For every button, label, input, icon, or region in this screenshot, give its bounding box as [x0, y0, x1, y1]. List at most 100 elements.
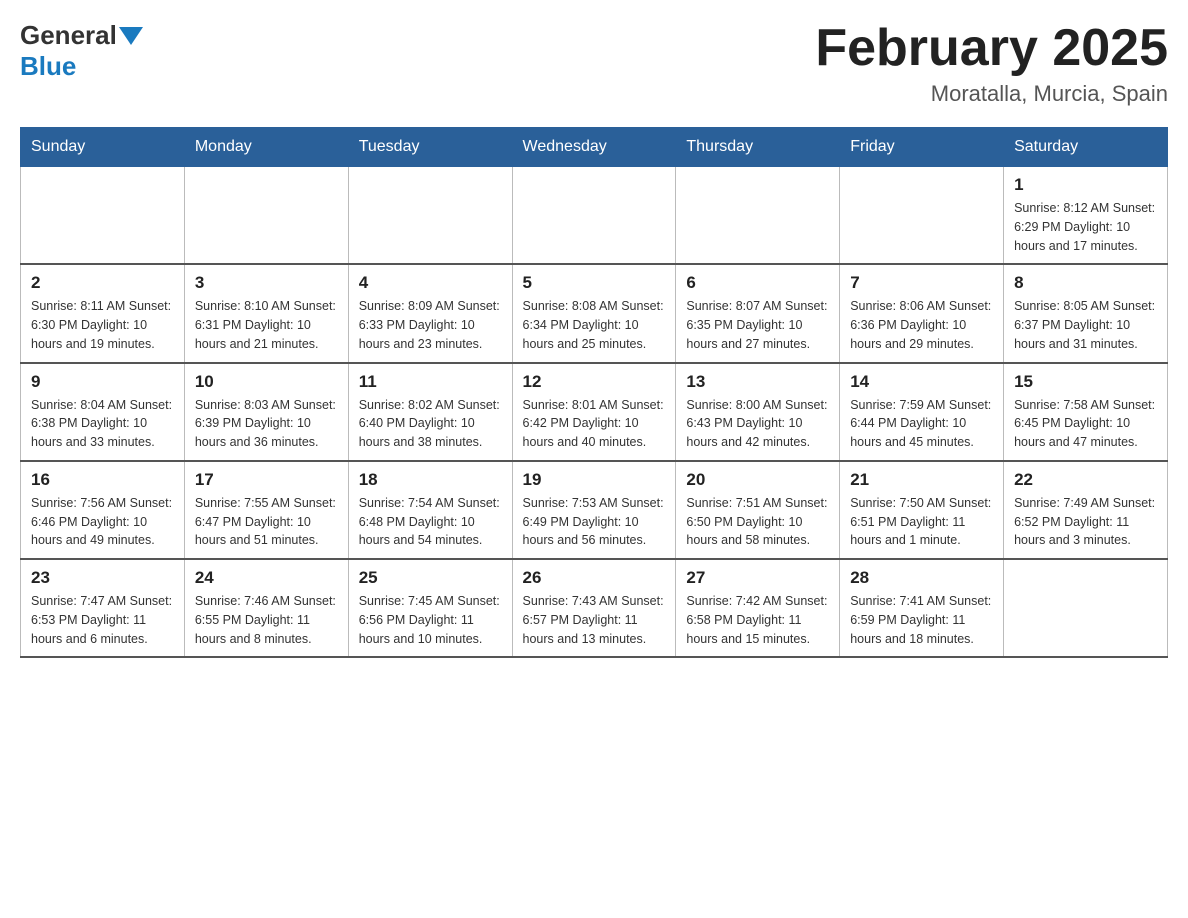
- calendar-cell: [840, 167, 1004, 265]
- day-number: 3: [195, 273, 338, 293]
- calendar-cell: [348, 167, 512, 265]
- day-info: Sunrise: 8:00 AM Sunset: 6:43 PM Dayligh…: [686, 396, 829, 452]
- day-number: 25: [359, 568, 502, 588]
- day-number: 1: [1014, 175, 1157, 195]
- day-number: 8: [1014, 273, 1157, 293]
- day-info: Sunrise: 7:49 AM Sunset: 6:52 PM Dayligh…: [1014, 494, 1157, 550]
- day-info: Sunrise: 8:10 AM Sunset: 6:31 PM Dayligh…: [195, 297, 338, 353]
- calendar-cell: 22 Sunrise: 7:49 AM Sunset: 6:52 PM Dayli…: [1004, 461, 1168, 559]
- logo: General Blue: [20, 20, 143, 82]
- day-info: Sunrise: 8:08 AM Sunset: 6:34 PM Dayligh…: [523, 297, 666, 353]
- calendar-cell: 23 Sunrise: 7:47 AM Sunset: 6:53 PM Dayli…: [21, 559, 185, 657]
- day-number: 10: [195, 372, 338, 392]
- day-number: 28: [850, 568, 993, 588]
- day-info: Sunrise: 7:59 AM Sunset: 6:44 PM Dayligh…: [850, 396, 993, 452]
- day-number: 22: [1014, 470, 1157, 490]
- day-info: Sunrise: 8:01 AM Sunset: 6:42 PM Dayligh…: [523, 396, 666, 452]
- calendar-week-row: 16 Sunrise: 7:56 AM Sunset: 6:46 PM Dayli…: [21, 461, 1168, 559]
- day-number: 21: [850, 470, 993, 490]
- calendar-cell: 16 Sunrise: 7:56 AM Sunset: 6:46 PM Dayli…: [21, 461, 185, 559]
- calendar-week-row: 2 Sunrise: 8:11 AM Sunset: 6:30 PM Daylig…: [21, 264, 1168, 362]
- calendar-cell: 12 Sunrise: 8:01 AM Sunset: 6:42 PM Dayli…: [512, 363, 676, 461]
- calendar-cell: [676, 167, 840, 265]
- page-header: General Blue February 2025 Moratalla, Mu…: [20, 20, 1168, 107]
- calendar-cell: 2 Sunrise: 8:11 AM Sunset: 6:30 PM Daylig…: [21, 264, 185, 362]
- day-info: Sunrise: 7:47 AM Sunset: 6:53 PM Dayligh…: [31, 592, 174, 648]
- day-number: 7: [850, 273, 993, 293]
- day-info: Sunrise: 7:55 AM Sunset: 6:47 PM Dayligh…: [195, 494, 338, 550]
- calendar-cell: 1 Sunrise: 8:12 AM Sunset: 6:29 PM Daylig…: [1004, 167, 1168, 265]
- day-info: Sunrise: 8:06 AM Sunset: 6:36 PM Dayligh…: [850, 297, 993, 353]
- day-number: 14: [850, 372, 993, 392]
- calendar-cell: 6 Sunrise: 8:07 AM Sunset: 6:35 PM Daylig…: [676, 264, 840, 362]
- calendar-cell: 26 Sunrise: 7:43 AM Sunset: 6:57 PM Dayli…: [512, 559, 676, 657]
- day-of-week-header: Saturday: [1004, 128, 1168, 167]
- day-info: Sunrise: 8:09 AM Sunset: 6:33 PM Dayligh…: [359, 297, 502, 353]
- day-number: 24: [195, 568, 338, 588]
- day-number: 5: [523, 273, 666, 293]
- location-subtitle: Moratalla, Murcia, Spain: [815, 81, 1168, 107]
- logo-arrow-icon: [119, 27, 143, 45]
- calendar-cell: [184, 167, 348, 265]
- day-number: 9: [31, 372, 174, 392]
- day-info: Sunrise: 8:03 AM Sunset: 6:39 PM Dayligh…: [195, 396, 338, 452]
- calendar-cell: 24 Sunrise: 7:46 AM Sunset: 6:55 PM Dayli…: [184, 559, 348, 657]
- calendar-cell: 27Sunrise: 7:42 AM Sunset: 6:58 PM Dayli…: [676, 559, 840, 657]
- calendar-cell: 28 Sunrise: 7:41 AM Sunset: 6:59 PM Dayli…: [840, 559, 1004, 657]
- calendar-cell: 7 Sunrise: 8:06 AM Sunset: 6:36 PM Daylig…: [840, 264, 1004, 362]
- calendar-cell: 3 Sunrise: 8:10 AM Sunset: 6:31 PM Daylig…: [184, 264, 348, 362]
- calendar-cell: 4 Sunrise: 8:09 AM Sunset: 6:33 PM Daylig…: [348, 264, 512, 362]
- calendar-cell: 10 Sunrise: 8:03 AM Sunset: 6:39 PM Dayli…: [184, 363, 348, 461]
- day-of-week-header: Wednesday: [512, 128, 676, 167]
- calendar-cell: 21 Sunrise: 7:50 AM Sunset: 6:51 PM Dayli…: [840, 461, 1004, 559]
- day-number: 18: [359, 470, 502, 490]
- day-info: Sunrise: 8:07 AM Sunset: 6:35 PM Dayligh…: [686, 297, 829, 353]
- day-info: Sunrise: 8:04 AM Sunset: 6:38 PM Dayligh…: [31, 396, 174, 452]
- day-of-week-header: Friday: [840, 128, 1004, 167]
- day-info: Sunrise: 8:11 AM Sunset: 6:30 PM Dayligh…: [31, 297, 174, 353]
- day-info: Sunrise: 7:54 AM Sunset: 6:48 PM Dayligh…: [359, 494, 502, 550]
- day-number: 15: [1014, 372, 1157, 392]
- day-of-week-header: Monday: [184, 128, 348, 167]
- logo-blue-text: Blue: [20, 51, 76, 81]
- calendar-cell: [1004, 559, 1168, 657]
- calendar-cell: 14 Sunrise: 7:59 AM Sunset: 6:44 PM Dayli…: [840, 363, 1004, 461]
- day-of-week-header: Thursday: [676, 128, 840, 167]
- calendar-header-row: SundayMondayTuesdayWednesdayThursdayFrid…: [21, 128, 1168, 167]
- calendar-cell: 9 Sunrise: 8:04 AM Sunset: 6:38 PM Daylig…: [21, 363, 185, 461]
- calendar-cell: 13 Sunrise: 8:00 AM Sunset: 6:43 PM Dayli…: [676, 363, 840, 461]
- calendar-week-row: 9 Sunrise: 8:04 AM Sunset: 6:38 PM Daylig…: [21, 363, 1168, 461]
- calendar-cell: 17 Sunrise: 7:55 AM Sunset: 6:47 PM Dayli…: [184, 461, 348, 559]
- day-number: 19: [523, 470, 666, 490]
- calendar-cell: 15 Sunrise: 7:58 AM Sunset: 6:45 PM Dayli…: [1004, 363, 1168, 461]
- calendar-cell: 8Sunrise: 8:05 AM Sunset: 6:37 PM Daylig…: [1004, 264, 1168, 362]
- day-number: 16: [31, 470, 174, 490]
- day-info: Sunrise: 7:56 AM Sunset: 6:46 PM Dayligh…: [31, 494, 174, 550]
- calendar-week-row: 23 Sunrise: 7:47 AM Sunset: 6:53 PM Dayli…: [21, 559, 1168, 657]
- day-info: Sunrise: 8:12 AM Sunset: 6:29 PM Dayligh…: [1014, 199, 1157, 255]
- day-info: Sunrise: 7:43 AM Sunset: 6:57 PM Dayligh…: [523, 592, 666, 648]
- day-info: Sunrise: 7:53 AM Sunset: 6:49 PM Dayligh…: [523, 494, 666, 550]
- day-number: 4: [359, 273, 502, 293]
- day-number: 26: [523, 568, 666, 588]
- title-area: February 2025 Moratalla, Murcia, Spain: [815, 20, 1168, 107]
- day-number: 12: [523, 372, 666, 392]
- day-number: 6: [686, 273, 829, 293]
- day-info: Sunrise: 7:46 AM Sunset: 6:55 PM Dayligh…: [195, 592, 338, 648]
- day-info: Sunrise: 7:58 AM Sunset: 6:45 PM Dayligh…: [1014, 396, 1157, 452]
- calendar-cell: [512, 167, 676, 265]
- day-number: 23: [31, 568, 174, 588]
- day-number: 11: [359, 372, 502, 392]
- calendar-cell: 19 Sunrise: 7:53 AM Sunset: 6:49 PM Dayli…: [512, 461, 676, 559]
- day-number: 20: [686, 470, 829, 490]
- day-info: Sunrise: 7:50 AM Sunset: 6:51 PM Dayligh…: [850, 494, 993, 550]
- day-number: 2: [31, 273, 174, 293]
- day-number: 13: [686, 372, 829, 392]
- day-number: 17: [195, 470, 338, 490]
- month-title: February 2025: [815, 20, 1168, 77]
- logo-general-text: General: [20, 20, 117, 51]
- day-info: Sunrise: 7:41 AM Sunset: 6:59 PM Dayligh…: [850, 592, 993, 648]
- day-info: Sunrise: 7:45 AM Sunset: 6:56 PM Dayligh…: [359, 592, 502, 648]
- day-info: Sunrise: 7:42 AM Sunset: 6:58 PM Dayligh…: [686, 592, 829, 648]
- day-info: Sunrise: 7:51 AM Sunset: 6:50 PM Dayligh…: [686, 494, 829, 550]
